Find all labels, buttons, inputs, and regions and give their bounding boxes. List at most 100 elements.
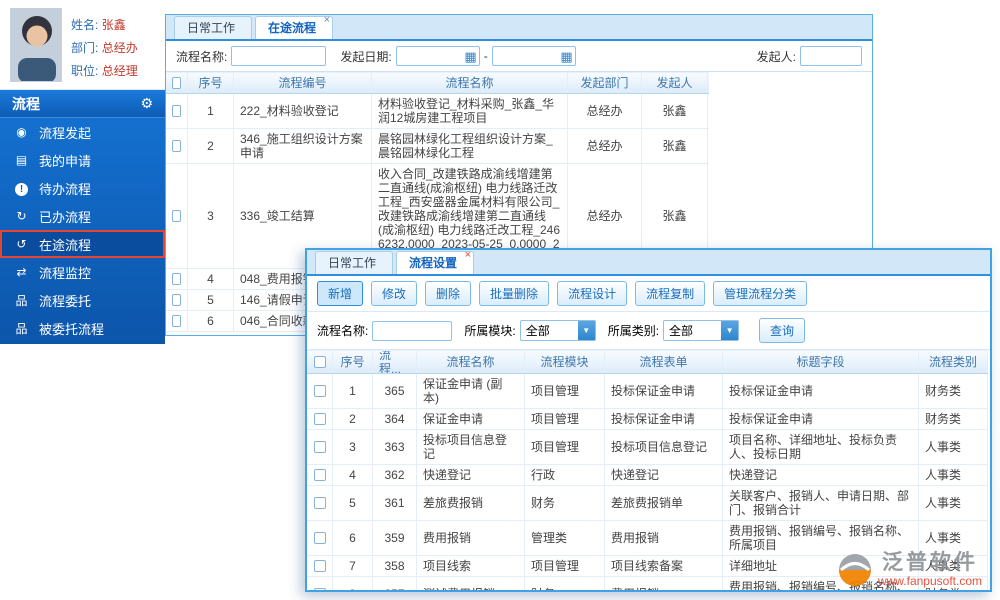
initiator-input[interactable] — [800, 46, 862, 66]
row-checkbox[interactable] — [172, 105, 181, 117]
sidebar-item-pending-processes[interactable]: ! 待办流程 — [0, 174, 165, 202]
col-process-code[interactable]: 流程... — [373, 351, 417, 373]
col-no[interactable]: 序号 — [188, 73, 234, 93]
row-checkbox[interactable] — [172, 315, 181, 327]
cell-process-name: 费用报销 — [417, 521, 525, 555]
process-design-button[interactable]: 流程设计 — [557, 281, 628, 306]
category-select[interactable]: 全部 ▼ — [663, 320, 740, 341]
col-process-module[interactable]: 流程模块 — [525, 351, 605, 373]
close-tab-icon[interactable]: × — [324, 15, 330, 26]
sidebar-item-my-applications[interactable]: ▤ 我的申请 — [0, 146, 165, 174]
col-initiator[interactable]: 发起人 — [642, 73, 708, 93]
calendar-icon[interactable]: ▦ — [462, 50, 478, 63]
table-row[interactable]: 4 362 快递登记 行政 快递登记 快递登记 人事类 — [307, 465, 988, 486]
cell-process-category: 人事类 — [919, 465, 988, 485]
sidebar-item-process-start[interactable]: ◉ 流程发起 — [0, 118, 165, 146]
col-start-dept[interactable]: 发起部门 — [568, 73, 642, 93]
col-no[interactable]: 序号 — [333, 351, 373, 373]
calendar-icon[interactable]: ▦ — [558, 50, 574, 63]
row-checkbox[interactable] — [313, 469, 326, 481]
tab-in-transit[interactable]: 在途流程 × — [255, 15, 334, 39]
cell-no: 1 — [188, 94, 234, 128]
cell-process-category: 财务类 — [919, 409, 988, 429]
sidebar-item-process-monitor[interactable]: ⇄ 流程监控 — [0, 258, 165, 286]
sidebar-item-in-transit-processes[interactable]: ↺ 在途流程 — [0, 230, 165, 258]
cell-no: 4 — [188, 269, 234, 289]
sidebar-item-completed-processes[interactable]: ↻ 已办流程 — [0, 202, 165, 230]
tab-in-transit-label: 在途流程 — [268, 21, 317, 35]
cell-process-module: 项目管理 — [525, 430, 605, 464]
row-checkbox[interactable] — [313, 560, 326, 572]
add-button[interactable]: 新增 — [317, 281, 364, 306]
table-body: 1 365 保证金申请 (副本) 项目管理 投标保证金申请 投标保证金申请 财务… — [307, 374, 988, 590]
cell-title-fields: 详细地址 — [723, 556, 919, 576]
col-process-name[interactable]: 流程名称 — [417, 351, 525, 373]
row-checkbox[interactable] — [172, 294, 181, 306]
select-all-checkbox[interactable] — [313, 356, 326, 368]
tab-process-settings[interactable]: 流程设置 × — [396, 250, 475, 274]
start-date-to-input[interactable]: ▦ — [491, 46, 576, 66]
tab-daily-work[interactable]: 日常工作 — [315, 251, 394, 274]
sidebar-item-process-delegate[interactable]: 品 流程委托 — [0, 286, 165, 314]
table-row[interactable]: 2 346_施工组织设计方案申请 晨铭园林绿化工程组织设计方案_晨铭园林绿化工程… — [166, 129, 709, 164]
cell-process-code: 362 — [373, 465, 417, 485]
process-name-input[interactable] — [372, 320, 453, 341]
module-select[interactable]: 全部 ▼ — [519, 320, 596, 341]
monitor-icon: ⇄ — [16, 265, 27, 279]
cell-process-name: 投标项目信息登记 — [417, 430, 525, 464]
cell-process-code: 222_材料验收登记 — [234, 94, 372, 128]
avatar — [10, 8, 62, 82]
user-title: 总经理 — [101, 64, 138, 78]
edit-button[interactable]: 修改 — [371, 281, 418, 306]
select-all-cell — [307, 351, 333, 373]
row-checkbox[interactable] — [172, 210, 181, 222]
col-process-form[interactable]: 流程表单 — [605, 351, 723, 373]
table-row[interactable]: 6 359 费用报销 管理类 费用报销 费用报销、报销编号、报销名称、所属项目 … — [307, 521, 988, 556]
row-checkbox[interactable] — [313, 385, 326, 397]
row-checkbox[interactable] — [172, 140, 181, 152]
name-label: 姓名: — [71, 18, 99, 32]
row-checkbox[interactable] — [313, 532, 326, 544]
cell-process-name: 材料验收登记_材料采购_张鑫_华润12城房建工程项目 — [372, 94, 568, 128]
table-row[interactable]: 8 357 测试费用报销 财务 费用报销 费用报销、报销编号、报销名称、本次报销… — [307, 577, 988, 590]
delete-button[interactable]: 删除 — [425, 281, 472, 306]
front-toolbar: 新增 修改 删除 批量删除 流程设计 流程复制 管理流程分类 — [307, 276, 990, 312]
cell-no: 1 — [333, 374, 373, 408]
process-copy-button[interactable]: 流程复制 — [635, 281, 706, 306]
table-row[interactable]: 7 358 项目线索 项目管理 项目线索备案 详细地址 人事类 — [307, 556, 988, 577]
cell-process-module: 行政 — [525, 465, 605, 485]
cell-process-category: 人事类 — [919, 430, 988, 464]
cell-process-category: 财务类 — [919, 374, 988, 408]
back-search-bar: 流程名称: 发起日期: ▦ - ▦ 发起人: — [166, 41, 872, 72]
col-title-fields[interactable]: 标题字段 — [723, 351, 919, 373]
batch-delete-button[interactable]: 批量删除 — [479, 281, 550, 306]
table-row[interactable]: 2 364 保证金申请 项目管理 投标保证金申请 投标保证金申请 财务类 — [307, 409, 988, 430]
row-checkbox[interactable] — [313, 497, 326, 509]
table-row[interactable]: 3 363 投标项目信息登记 项目管理 投标项目信息登记 项目名称、详细地址、投… — [307, 430, 988, 465]
table-row[interactable]: 1 365 保证金申请 (副本) 项目管理 投标保证金申请 投标保证金申请 财务… — [307, 374, 988, 409]
row-checkbox-cell — [166, 269, 188, 289]
row-checkbox[interactable] — [313, 441, 326, 453]
table-row[interactable]: 5 361 差旅费报销 财务 差旅费报销单 关联客户、报销人、申请日期、部门、报… — [307, 486, 988, 521]
cell-no: 4 — [333, 465, 373, 485]
avatar-image — [11, 9, 61, 81]
manage-category-button[interactable]: 管理流程分类 — [713, 281, 808, 306]
query-button[interactable]: 查询 — [759, 318, 806, 343]
start-date-from-input[interactable]: ▦ — [395, 46, 480, 66]
select-all-checkbox[interactable] — [172, 77, 181, 89]
row-checkbox[interactable] — [172, 273, 181, 285]
cell-no: 7 — [333, 556, 373, 576]
tab-daily-work[interactable]: 日常工作 — [174, 16, 253, 39]
sidebar-item-delegated-processes[interactable]: 品 被委托流程 — [0, 314, 165, 342]
col-process-name[interactable]: 流程名称 — [372, 73, 568, 93]
gear-icon[interactable]: ⚙ — [140, 95, 153, 112]
row-checkbox[interactable] — [313, 413, 326, 425]
cell-process-module: 财务 — [525, 486, 605, 520]
cell-title-fields: 关联客户、报销人、申请日期、部门、报销合计 — [723, 486, 919, 520]
table-row[interactable]: 1 222_材料验收登记 材料验收登记_材料采购_张鑫_华润12城房建工程项目 … — [166, 94, 709, 129]
close-tab-icon[interactable]: × — [465, 250, 471, 261]
col-process-category[interactable]: 流程类别 — [919, 351, 988, 373]
process-name-input[interactable] — [231, 46, 327, 66]
col-process-code[interactable]: 流程编号 — [234, 73, 372, 93]
row-checkbox[interactable] — [313, 588, 326, 590]
